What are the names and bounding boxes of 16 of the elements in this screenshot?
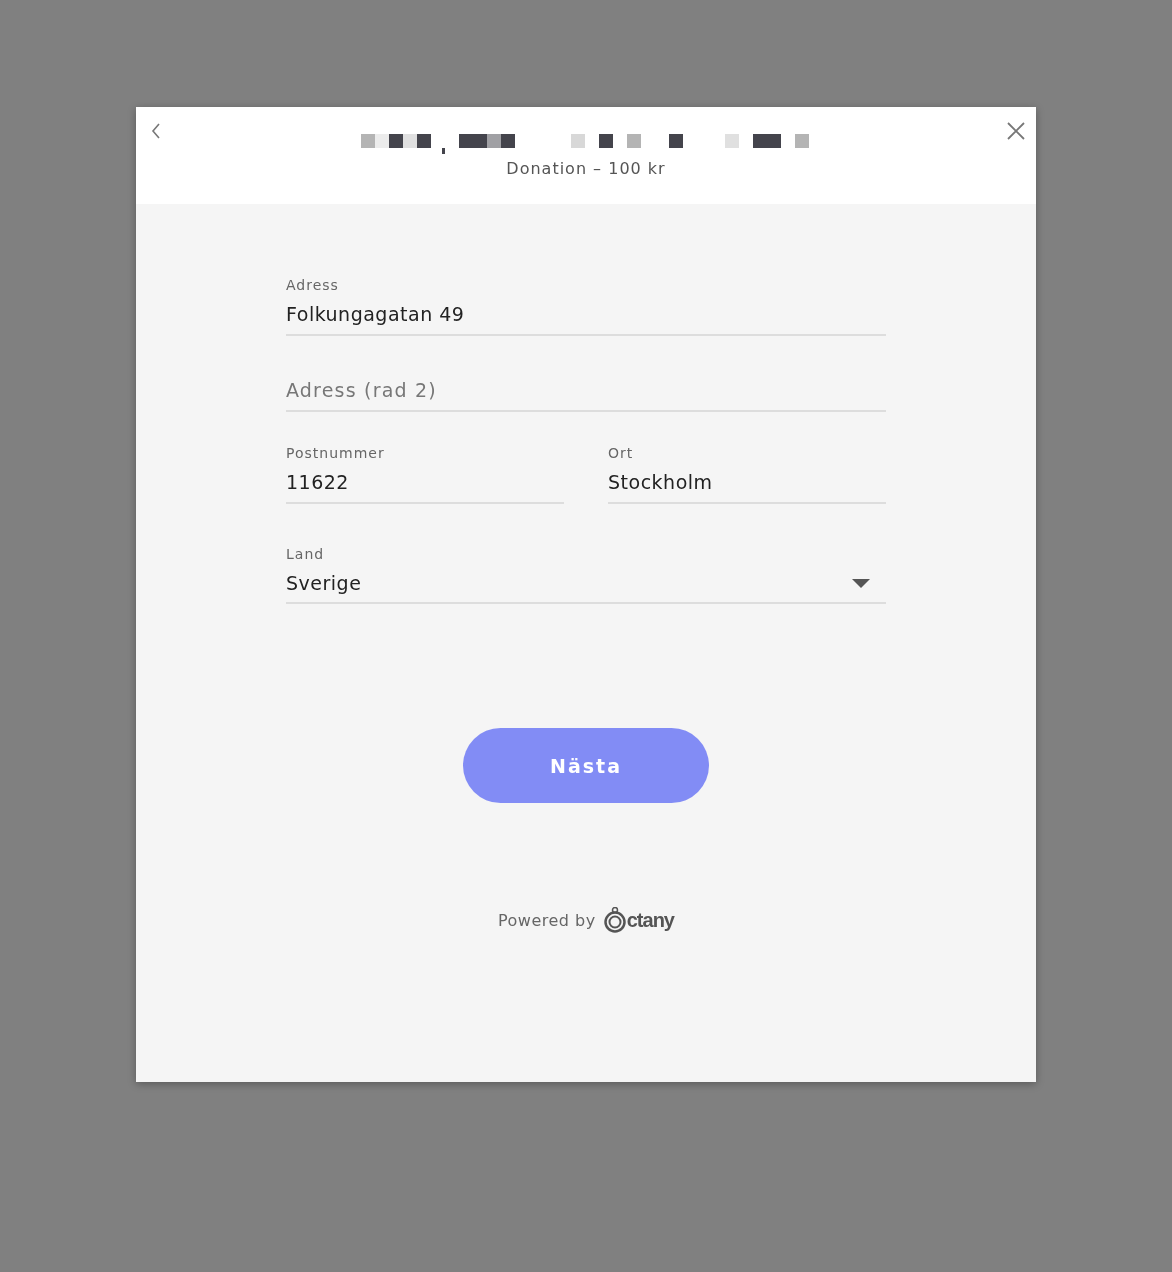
brand-logo-link[interactable]: ctany: [603, 907, 674, 933]
text-field[interactable]: 11622: [286, 471, 564, 504]
dropdown-caret-icon: [852, 578, 870, 588]
field-label: Adress: [286, 277, 340, 293]
field-label: Land: [286, 546, 326, 562]
text-field[interactable]: Folkungagatan 49: [286, 303, 886, 336]
field-label: Ort: [608, 445, 635, 461]
donation-subtitle: Donation – 100 kr: [506, 159, 666, 178]
close-icon: [1007, 122, 1025, 140]
ring-logo-icon: [603, 907, 626, 933]
text-field[interactable]: Adress (rad 2): [286, 379, 886, 412]
powered-by-text: Powered by: [498, 910, 596, 930]
field-label: Postnummer: [286, 445, 386, 461]
text-field[interactable]: Stockholm: [608, 471, 886, 504]
country-select[interactable]: Sverige: [286, 572, 886, 604]
back-icon: [151, 123, 161, 139]
